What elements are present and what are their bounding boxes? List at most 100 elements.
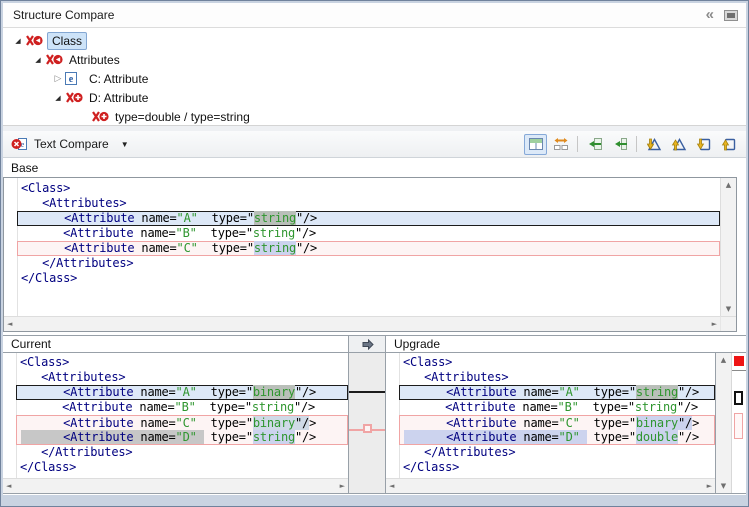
- text-compare-title: Text Compare: [34, 137, 109, 151]
- next-difference-button[interactable]: [642, 134, 665, 155]
- code-line: <Class>: [17, 181, 720, 196]
- code-line: <Attribute name="C" type="binary"/>: [16, 415, 348, 430]
- code-line: <Attribute name="B" type="string"/>: [16, 400, 348, 415]
- copy-all-right-to-left-button[interactable]: [583, 134, 606, 155]
- tree-item-label: Attributes: [69, 53, 120, 67]
- copy-current-right-to-left-button[interactable]: [608, 134, 631, 155]
- code-line: <Attribute name="D" type="string"/>: [16, 430, 348, 445]
- scroll-up-icon[interactable]: ▲: [721, 356, 726, 364]
- code-line: </Attributes>: [399, 445, 715, 460]
- current-pane-label: Current: [3, 336, 349, 352]
- ruler-incoming-diff-marker[interactable]: [734, 413, 743, 439]
- base-code-area[interactable]: <Class> <Attributes> <Attribute name="A"…: [4, 178, 720, 316]
- scroll-up-icon[interactable]: ▲: [726, 181, 731, 189]
- code-line: <Attributes>: [16, 370, 348, 385]
- conflict-change-icon: [25, 34, 45, 47]
- compare-editor-window: Structure Compare « ◢ Class ◢ Attributes: [0, 0, 749, 507]
- scroll-down-icon[interactable]: ▼: [721, 482, 726, 490]
- base-editor: <Class> <Attributes> <Attribute name="A"…: [3, 177, 737, 332]
- tree-item-c-attribute[interactable]: ▷ e C: Attribute: [3, 69, 746, 88]
- code-line: <Attribute name="B" type="string"/>: [399, 400, 715, 415]
- code-line: <Attributes>: [399, 370, 715, 385]
- copy-direction-cell[interactable]: [349, 336, 386, 352]
- expander-open-icon[interactable]: ◢: [31, 56, 45, 64]
- compare-editor-content: Structure Compare « ◢ Class ◢ Attributes: [3, 3, 746, 495]
- code-line: </Attributes>: [17, 256, 720, 271]
- toolbar-separator: [577, 136, 578, 152]
- code-line: <Attribute name="A" type="string"/>: [17, 211, 720, 226]
- tree-item-type-change[interactable]: type=double / type=string: [3, 107, 746, 126]
- bottom-pane-body: <Class> <Attributes> <Attribute name="A"…: [3, 353, 746, 494]
- bottom-pane-headers: Current Upgrade: [3, 335, 746, 353]
- code-line: </Class>: [16, 460, 348, 475]
- show-ancestor-pane-button[interactable]: [524, 134, 547, 155]
- conflict-add-icon: [65, 91, 85, 104]
- tree-item-d-attribute[interactable]: ◢ D: Attribute: [3, 88, 746, 107]
- conflict-change-icon: [45, 53, 65, 66]
- scroll-right-icon[interactable]: ►: [340, 482, 345, 490]
- scroll-left-icon[interactable]: ◄: [389, 482, 394, 490]
- tree-item-label: type=double / type=string: [115, 110, 250, 124]
- swap-left-right-button[interactable]: [549, 134, 572, 155]
- element-e-icon: e: [65, 72, 85, 85]
- toolbar-separator: [636, 136, 637, 152]
- base-horizontal-scrollbar[interactable]: ◄ ►: [4, 316, 720, 331]
- code-line: </Class>: [17, 271, 720, 286]
- structure-compare-title: Structure Compare: [13, 8, 706, 22]
- base-vertical-scrollbar[interactable]: ▲ ▼: [720, 178, 736, 316]
- scrollbar-corner: [720, 316, 736, 331]
- code-line: <Attribute name="C" type="string"/>: [17, 241, 720, 256]
- next-change-button[interactable]: [692, 134, 715, 155]
- overview-ruler: [732, 353, 746, 493]
- compare-toolbar: [524, 134, 740, 155]
- chevron-down-icon[interactable]: ▼: [121, 140, 129, 149]
- diff-connector-column: [349, 353, 386, 493]
- tree-item-attributes[interactable]: ◢ Attributes: [3, 50, 746, 69]
- code-line: </Class>: [399, 460, 715, 475]
- tree-item-class[interactable]: ◢ Class: [3, 31, 746, 50]
- tree-item-label: C: Attribute: [89, 72, 148, 86]
- expander-open-icon[interactable]: ◢: [11, 37, 25, 45]
- text-compare-icon: e: [11, 137, 28, 151]
- base-pane-label: Base: [3, 158, 746, 177]
- copy-direction-arrow-icon[interactable]: [361, 339, 374, 350]
- selected-diff-connector: [349, 391, 385, 393]
- code-line: <Attribute name="B" type="string"/>: [17, 226, 720, 241]
- scroll-right-icon[interactable]: ►: [712, 320, 717, 328]
- scroll-left-icon[interactable]: ◄: [7, 320, 12, 328]
- code-line: <Attribute name="A" type="string"/>: [399, 385, 715, 400]
- pin-editor-icon[interactable]: [724, 9, 738, 21]
- expander-open-icon[interactable]: ◢: [51, 94, 65, 102]
- code-line: <Class>: [16, 355, 348, 370]
- upgrade-code-area[interactable]: <Class> <Attributes> <Attribute name="A"…: [386, 353, 715, 478]
- ruler-separator-line: [732, 370, 746, 371]
- upgrade-horizontal-scrollbar[interactable]: ◄ ►: [386, 478, 715, 493]
- scroll-right-icon[interactable]: ►: [707, 482, 712, 490]
- previous-change-button[interactable]: [717, 134, 740, 155]
- current-editor: <Class> <Attributes> <Attribute name="A"…: [3, 353, 349, 493]
- expander-closed-icon[interactable]: ▷: [51, 73, 65, 84]
- collapse-chevrons-icon[interactable]: «: [706, 10, 714, 20]
- text-compare-header: e Text Compare ▼: [3, 131, 746, 158]
- conflict-add-icon: [91, 110, 111, 123]
- upgrade-pane-label: Upgrade: [386, 336, 746, 352]
- ruler-selected-diff-marker[interactable]: [734, 391, 743, 405]
- incoming-diff-handle[interactable]: [363, 424, 372, 433]
- code-line: <Attribute name="A" type="binary"/>: [16, 385, 348, 400]
- upgrade-editor: <Class> <Attributes> <Attribute name="A"…: [386, 353, 716, 493]
- structure-compare-header: Structure Compare «: [3, 3, 746, 28]
- code-line: <Attribute name="D" type="double"/>: [399, 430, 715, 445]
- ruler-conflict-marker[interactable]: [734, 356, 744, 366]
- code-line: </Attributes>: [16, 445, 348, 460]
- current-horizontal-scrollbar[interactable]: ◄ ►: [3, 478, 348, 493]
- tree-item-label: D: Attribute: [89, 91, 148, 105]
- previous-difference-button[interactable]: [667, 134, 690, 155]
- scroll-down-icon[interactable]: ▼: [726, 305, 731, 313]
- structure-compare-tree[interactable]: ◢ Class ◢ Attributes ▷ e C: Attribute: [3, 28, 746, 125]
- scroll-left-icon[interactable]: ◄: [6, 482, 11, 490]
- tree-item-label: Class: [47, 32, 87, 50]
- code-line: <Attributes>: [17, 196, 720, 211]
- code-line: <Class>: [399, 355, 715, 370]
- upgrade-vertical-scrollbar[interactable]: ▲ ▼: [716, 353, 732, 493]
- current-code-area[interactable]: <Class> <Attributes> <Attribute name="A"…: [3, 353, 348, 478]
